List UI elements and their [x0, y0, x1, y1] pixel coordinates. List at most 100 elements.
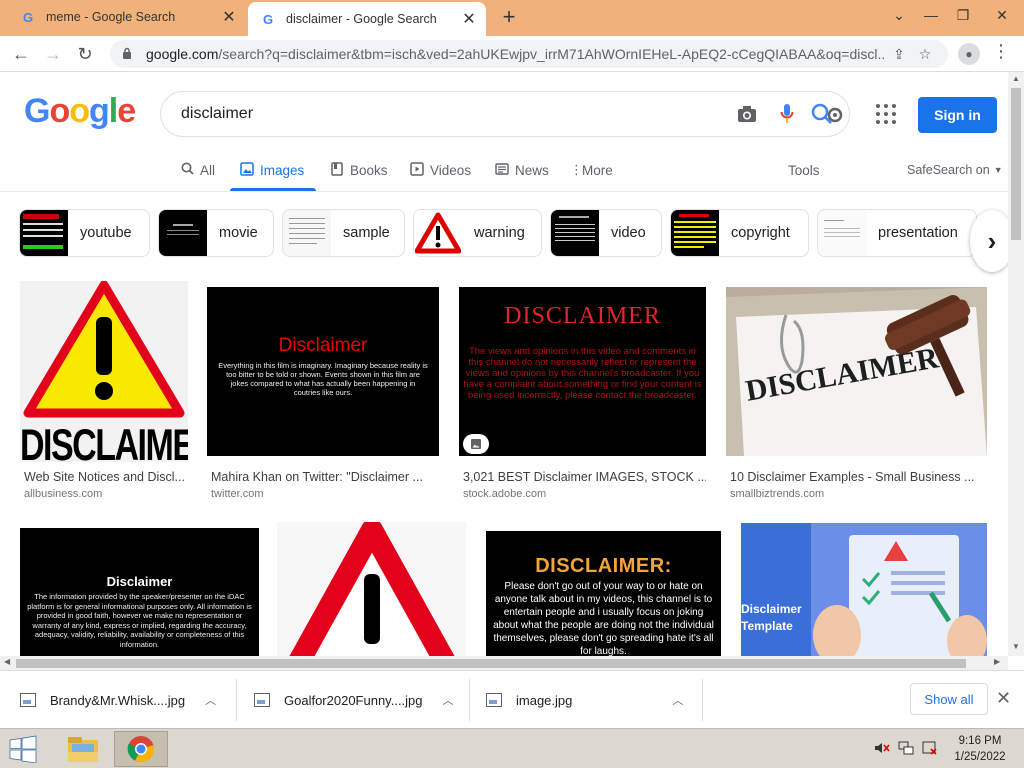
caret-down-icon: ▼	[993, 165, 1003, 175]
more-vert-icon: ⋮	[570, 162, 583, 177]
tab-news[interactable]: News	[495, 160, 549, 180]
divider	[469, 679, 470, 721]
tab-search-icon[interactable]: ⌄	[884, 0, 914, 30]
result-image[interactable]: DISCLAIMER	[726, 287, 987, 456]
image-overlay-text: Please don't go out of your way to or ha…	[493, 581, 714, 656]
vertical-scrollbar[interactable]: ▲ ▼	[1008, 72, 1024, 656]
bookmark-star-icon[interactable]: ☆	[912, 46, 938, 63]
image-overlay-text: Everything in this film is imaginary. Im…	[218, 361, 428, 397]
download-item[interactable]: Goalfor2020Funny....jpg ︿	[254, 683, 454, 717]
chevron-up-icon[interactable]: ︿	[443, 692, 454, 708]
restore-icon[interactable]: ❐	[948, 0, 978, 30]
close-downloads-icon[interactable]: ✕	[996, 688, 1011, 709]
logo-letter: l	[108, 92, 119, 130]
tab-more[interactable]: ⋮ More	[570, 160, 613, 180]
sign-in-button[interactable]: Sign in	[918, 97, 997, 133]
tab-all[interactable]: All	[180, 160, 215, 180]
forward-arrow-icon[interactable]: →	[40, 41, 66, 67]
result-caption[interactable]: Web Site Notices and Discl...	[24, 470, 188, 484]
lock-icon	[122, 47, 138, 62]
minimize-icon[interactable]: —	[916, 0, 946, 30]
action-center-icon[interactable]	[922, 741, 938, 758]
image-file-icon	[20, 693, 36, 707]
windows-taskbar: 9:16 PM 1/25/2022	[0, 728, 1024, 768]
tab-videos[interactable]: Videos	[410, 160, 471, 180]
search-by-image-icon[interactable]	[807, 94, 847, 134]
download-item[interactable]: Brandy&Mr.Whisk....jpg ︿	[20, 683, 216, 717]
chip-thumbnail	[818, 210, 866, 256]
image-overlay-text: The views and opinions in this video and…	[463, 346, 702, 401]
result-image[interactable]: Disclaimer Template	[741, 523, 987, 656]
new-tab-icon[interactable]: +	[498, 6, 520, 28]
result-caption[interactable]: 10 Disclaimer Examples - Small Business …	[730, 470, 987, 484]
image-overlay-title: DISCLAIMER:	[535, 555, 672, 577]
share-icon[interactable]: ⇪	[886, 46, 912, 63]
news-icon	[495, 162, 509, 178]
image-overlay-title: Disclaimer	[278, 335, 368, 356]
chip-youtube[interactable]: youtube	[19, 209, 150, 257]
divider	[702, 679, 703, 721]
browser-tab[interactable]: G meme - Google Search ✕	[8, 0, 246, 34]
search-icon	[180, 162, 194, 178]
chevron-up-icon[interactable]: ︿	[205, 692, 216, 708]
chip-thumbnail	[551, 210, 599, 256]
microphone-icon[interactable]	[767, 94, 807, 134]
browser-tab-active[interactable]: G disclaimer - Google Search ✕	[248, 2, 486, 36]
download-item[interactable]: image.jpg ︿	[486, 683, 683, 717]
horizontal-scrollbar[interactable]: ◀ ▶	[0, 656, 1008, 670]
horizontal-scroll-thumb[interactable]	[16, 659, 966, 668]
safesearch-toggle[interactable]: SafeSearch on ▼	[907, 160, 1003, 180]
image-overlay-title: DISCLAIMER	[504, 303, 661, 329]
result-source: twitter.com	[211, 488, 264, 500]
chip-sample[interactable]: sample	[282, 209, 405, 257]
logo-letter: e	[117, 92, 136, 130]
tab-images[interactable]: Images	[240, 160, 304, 180]
system-clock[interactable]: 9:16 PM 1/25/2022	[950, 733, 1010, 765]
chip-movie[interactable]: movie	[158, 209, 274, 257]
result-image[interactable]: Disclaimer Everything in this film is im…	[207, 287, 439, 456]
camera-icon[interactable]	[727, 94, 767, 134]
chip-copyright[interactable]: copyright	[670, 209, 809, 257]
chrome-taskbar-icon[interactable]	[114, 731, 168, 767]
windows-start-icon[interactable]	[8, 735, 40, 764]
chip-video[interactable]: video	[550, 209, 662, 257]
file-explorer-icon[interactable]	[56, 731, 110, 767]
profile-avatar-icon[interactable]: ●	[958, 43, 980, 65]
reload-icon[interactable]: ↻	[72, 41, 98, 67]
chip-warning[interactable]: warning	[413, 209, 542, 257]
image-overlay-text: The information provided by the speaker/…	[27, 592, 252, 649]
vertical-scroll-thumb[interactable]	[1011, 88, 1021, 240]
result-image[interactable]: DISCLAIMER The views and opinions in thi…	[459, 287, 706, 456]
google-logo[interactable]: Google	[24, 92, 136, 131]
back-arrow-icon[interactable]: ←	[8, 41, 34, 67]
volume-muted-icon[interactable]	[874, 741, 890, 758]
scroll-right-icon[interactable]: ▶	[994, 657, 1000, 666]
network-icon[interactable]	[898, 741, 914, 758]
result-source: smallbiztrends.com	[730, 488, 825, 500]
result-source: stock.adobe.com	[463, 488, 547, 500]
tab-close-icon[interactable]: ✕	[218, 7, 240, 27]
warning-triangle-icon	[414, 210, 462, 256]
omnibox[interactable]: google.com/search?q=disclaimer&tbm=isch&…	[110, 40, 948, 68]
tab-books[interactable]: Books	[330, 160, 388, 180]
chip-presentation[interactable]: presentation	[817, 209, 977, 257]
tab-close-icon[interactable]: ✕	[458, 9, 480, 29]
scroll-up-icon[interactable]: ▲	[1012, 74, 1020, 83]
show-all-downloads-button[interactable]: Show all	[910, 683, 988, 715]
scroll-left-icon[interactable]: ◀	[4, 657, 10, 666]
logo-letter: o	[69, 92, 90, 130]
tools-button[interactable]: Tools	[788, 160, 820, 180]
result-image[interactable]	[277, 522, 466, 656]
logo-letter: o	[49, 92, 70, 130]
search-input[interactable]	[181, 105, 701, 123]
result-caption[interactable]: Mahira Khan on Twitter: "Disclaimer ...	[211, 470, 439, 484]
result-image[interactable]: DISCLAIMER	[20, 281, 188, 462]
result-image[interactable]: Disclaimer The information provided by t…	[20, 528, 259, 656]
result-image[interactable]: DISCLAIMER: Please don't go out of your …	[486, 531, 721, 656]
scroll-down-icon[interactable]: ▼	[1012, 642, 1020, 651]
window-close-icon[interactable]: ✕	[982, 0, 1022, 30]
chevron-up-icon[interactable]: ︿	[672, 692, 683, 708]
browser-menu-icon[interactable]: ⋮	[992, 41, 1010, 62]
result-caption[interactable]: 3,021 BEST Disclaimer IMAGES, STOCK ...	[463, 470, 706, 484]
google-apps-icon[interactable]	[874, 102, 898, 126]
